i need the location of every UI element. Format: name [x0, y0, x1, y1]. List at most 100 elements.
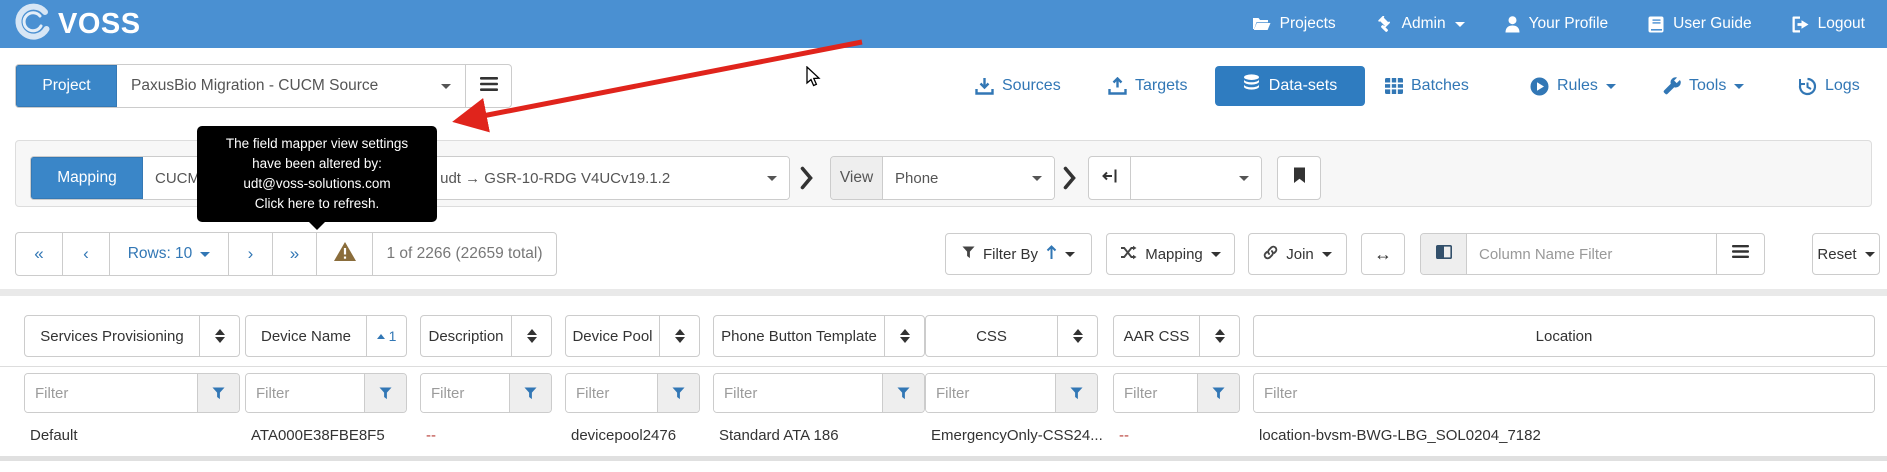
- filter-funnel-button[interactable]: [1197, 374, 1239, 412]
- tooltip-line: have been altered by:: [207, 154, 427, 174]
- nav-projects[interactable]: Projects: [1252, 15, 1336, 33]
- toolbar-datasets-label: Data-sets: [1269, 77, 1337, 95]
- cell-css[interactable]: EmergencyOnly-CSS24...: [931, 424, 1103, 447]
- rows-per-page-label: Rows: 10: [128, 245, 193, 263]
- column-name-filter-input[interactable]: [1467, 234, 1716, 274]
- caret-down-icon: [1239, 176, 1249, 181]
- top-navbar: VOSS Projects Admin Your Profile: [0, 0, 1887, 48]
- column-menu-button[interactable]: [1716, 234, 1764, 274]
- project-dropdown[interactable]: PaxusBio Migration - CUCM Source: [117, 65, 465, 107]
- refresh-tooltip[interactable]: The field mapper view settings have been…: [197, 126, 437, 222]
- bookmark-button[interactable]: [1277, 156, 1321, 200]
- page-last-button[interactable]: »: [273, 233, 317, 275]
- filter-by-button[interactable]: Filter By: [945, 233, 1092, 275]
- filter-input-aar-css[interactable]: [1114, 374, 1197, 412]
- voss-logo[interactable]: VOSS: [12, 0, 141, 48]
- view-dropdown[interactable]: Phone: [883, 157, 1054, 199]
- nav-projects-label: Projects: [1280, 15, 1336, 33]
- column-header-phone-button-template[interactable]: Phone Button Template: [713, 315, 925, 357]
- warning-triangle-icon: [333, 241, 357, 267]
- warning-indicator[interactable]: [317, 233, 373, 275]
- voss-udt-page: VOSS Projects Admin Your Profile: [0, 0, 1887, 472]
- sort-both-icon[interactable]: [659, 316, 699, 356]
- filter-box-phone-button-template: [713, 373, 925, 413]
- sort-both-icon[interactable]: [511, 316, 551, 356]
- toolbar-batches[interactable]: Batches: [1385, 64, 1469, 108]
- filter-input-phone-button-template[interactable]: [714, 374, 882, 412]
- filter-funnel-button[interactable]: [882, 374, 924, 412]
- cell-device-name[interactable]: ATA000E38FBE8F5: [251, 424, 385, 447]
- cell-device-pool[interactable]: devicepool2476: [571, 424, 676, 447]
- mapping-menu-button[interactable]: Mapping: [1106, 233, 1235, 275]
- toolbar-logs[interactable]: Logs: [1798, 64, 1860, 108]
- rows-per-page-dropdown[interactable]: Rows: 10: [110, 233, 229, 275]
- column-header-css[interactable]: CSS: [925, 315, 1098, 357]
- toolbar-tools[interactable]: Tools: [1663, 64, 1744, 108]
- mapping-button[interactable]: Mapping: [31, 157, 143, 199]
- filter-box-css: [925, 373, 1098, 413]
- resize-columns-button[interactable]: ↔: [1361, 233, 1405, 275]
- hamburger-icon: [1732, 245, 1749, 263]
- toolbar-rules[interactable]: Rules: [1530, 64, 1616, 108]
- filter-input-device-pool[interactable]: [566, 374, 657, 412]
- column-header-description[interactable]: Description: [420, 315, 552, 357]
- filter-funnel-button[interactable]: [197, 374, 239, 412]
- filter-input-description[interactable]: [421, 374, 509, 412]
- cell-description[interactable]: --: [426, 424, 436, 447]
- column-header-label: CSS: [926, 316, 1057, 356]
- filter-input-services-provisioning[interactable]: [25, 374, 197, 412]
- nav-admin[interactable]: Admin: [1376, 15, 1465, 33]
- filter-funnel-button[interactable]: [1055, 374, 1097, 412]
- page-previous-button[interactable]: ‹: [63, 233, 110, 275]
- revert-view-button[interactable]: [1089, 157, 1131, 199]
- filter-input-device-name[interactable]: [246, 374, 364, 412]
- filter-box-device-name: [245, 373, 407, 413]
- column-header-services-provisioning[interactable]: Services Provisioning: [24, 315, 240, 357]
- filter-funnel-button[interactable]: [364, 374, 406, 412]
- toolbar-sources[interactable]: Sources: [975, 64, 1061, 108]
- columns-toggle-button[interactable]: [1421, 234, 1467, 274]
- cell-location[interactable]: location-bvsm-BWG-LBG_SOL0204_7182: [1259, 424, 1541, 447]
- caret-down-icon: [1865, 252, 1875, 257]
- project-button[interactable]: Project: [16, 65, 117, 107]
- page-next-button[interactable]: ›: [229, 233, 273, 275]
- column-header-label: Services Provisioning: [25, 316, 199, 356]
- caret-down-icon: [200, 252, 210, 257]
- sort-both-icon[interactable]: [884, 316, 924, 356]
- sort-asc-icon[interactable]: 1: [366, 316, 406, 356]
- filter-funnel-button[interactable]: [657, 374, 699, 412]
- caret-down-icon: [1606, 84, 1616, 89]
- sort-both-icon[interactable]: [1057, 316, 1097, 356]
- column-header-device-pool[interactable]: Device Pool: [565, 315, 700, 357]
- sort-both-icon[interactable]: [1199, 316, 1239, 356]
- project-menu-button[interactable]: [465, 65, 511, 107]
- cell-aar-css[interactable]: --: [1119, 424, 1129, 447]
- gavel-icon: [1376, 16, 1393, 33]
- nav-logout[interactable]: Logout: [1792, 15, 1865, 33]
- table-grid-icon: [1385, 78, 1403, 94]
- caret-down-icon: [767, 176, 777, 181]
- sort-both-icon[interactable]: [199, 316, 239, 356]
- saved-view-dropdown[interactable]: [1131, 157, 1261, 199]
- cell-services-provisioning[interactable]: Default: [30, 424, 78, 447]
- sort-direction-icon: [1046, 245, 1057, 264]
- column-header-location[interactable]: Location: [1253, 315, 1875, 357]
- reset-button[interactable]: Reset: [1812, 233, 1880, 275]
- left-right-arrow-icon: ↔: [1374, 244, 1392, 265]
- toolbar-datasets[interactable]: Data-sets: [1215, 66, 1365, 106]
- chevron-right-icon: [1062, 165, 1077, 196]
- filter-input-location[interactable]: [1254, 374, 1874, 412]
- join-button[interactable]: Join: [1248, 233, 1347, 275]
- page-first-button[interactable]: «: [16, 233, 63, 275]
- toolbar-rules-label: Rules: [1557, 77, 1598, 95]
- column-header-aar-css[interactable]: AAR CSS: [1113, 315, 1240, 357]
- column-header-device-name[interactable]: Device Name1: [245, 315, 407, 357]
- mouse-cursor: [806, 66, 822, 88]
- nav-user-guide[interactable]: User Guide: [1648, 15, 1751, 33]
- filter-input-css[interactable]: [926, 374, 1055, 412]
- chevron-right-icon: [799, 165, 814, 196]
- cell-phone-button-template[interactable]: Standard ATA 186: [719, 424, 839, 447]
- toolbar-targets[interactable]: Targets: [1108, 64, 1187, 108]
- nav-your-profile[interactable]: Your Profile: [1505, 15, 1609, 33]
- filter-funnel-button[interactable]: [509, 374, 551, 412]
